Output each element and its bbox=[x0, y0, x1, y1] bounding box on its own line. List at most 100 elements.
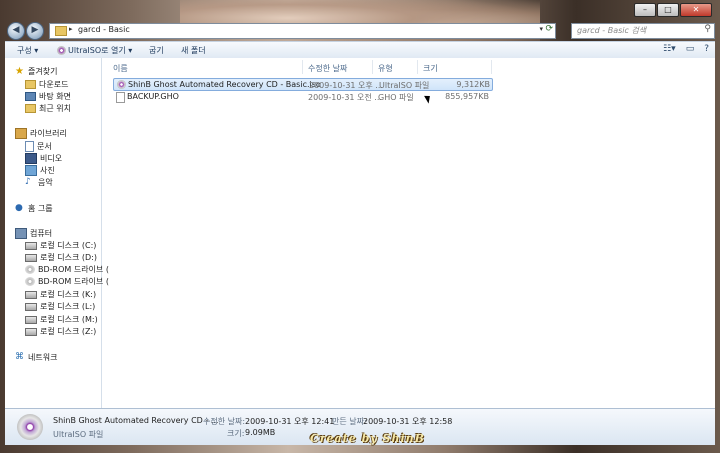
nav-drive[interactable]: BD-ROM 드라이브 ( bbox=[25, 264, 109, 275]
optical-drive-icon bbox=[25, 265, 35, 274]
iso-disc-icon bbox=[117, 80, 126, 89]
nav-label: 비디오 bbox=[40, 154, 63, 163]
address-row: ◀ ▶ ▸ garcd - Basic ▾ ⟳ garcd - Basic 검색… bbox=[5, 22, 715, 40]
pictures-icon bbox=[25, 165, 37, 176]
search-placeholder: garcd - Basic 검색 bbox=[577, 26, 647, 35]
star-icon: ★ bbox=[15, 66, 24, 77]
network-icon: ⌘ bbox=[15, 352, 24, 362]
hard-drive-icon bbox=[25, 315, 37, 324]
column-header-name[interactable]: 이름 bbox=[113, 63, 128, 74]
nav-label: BD-ROM 드라이브 ( bbox=[38, 277, 109, 286]
preview-pane-icon[interactable]: ▭ bbox=[686, 44, 695, 54]
burn-button[interactable]: 굽기 bbox=[149, 45, 164, 56]
close-button[interactable]: ✕ bbox=[680, 3, 712, 17]
nav-drive[interactable]: 로컬 디스크 (M:) bbox=[25, 314, 98, 325]
nav-label: 로컬 디스크 (K:) bbox=[40, 290, 97, 299]
file-date: 2009-10-31 오후 ... bbox=[309, 81, 383, 90]
details-file-type: UltraISO 파일 bbox=[53, 430, 104, 439]
nav-label: 음악 bbox=[38, 178, 53, 187]
nav-favorites[interactable]: ★ 즐겨찾기 bbox=[15, 66, 57, 77]
back-button[interactable]: ◀ bbox=[7, 22, 25, 40]
column-header-date[interactable]: 수정한 날짜 bbox=[308, 63, 347, 74]
nav-drive[interactable]: 로컬 디스크 (L:) bbox=[25, 301, 95, 312]
nav-drive[interactable]: 로컬 디스크 (Z:) bbox=[25, 326, 96, 337]
nav-label: 로컬 디스크 (Z:) bbox=[40, 327, 97, 336]
nav-label: 다운로드 bbox=[39, 80, 69, 89]
forward-button[interactable]: ▶ bbox=[26, 22, 44, 40]
watermark-text: Create by ShinB bbox=[310, 432, 425, 445]
details-created-value: 2009-10-31 오후 12:58 bbox=[363, 417, 453, 426]
hard-drive-icon bbox=[25, 302, 37, 311]
nav-recent[interactable]: 최근 위치 bbox=[25, 103, 71, 114]
nav-label: 문서 bbox=[37, 142, 52, 151]
hard-drive-icon bbox=[25, 290, 37, 299]
file-type: UltraISO 파일 bbox=[379, 81, 430, 90]
nav-label: 라이브러리 bbox=[30, 129, 67, 138]
nav-computer[interactable]: 컴퓨터 bbox=[15, 228, 52, 239]
maximize-button[interactable]: □ bbox=[657, 3, 679, 17]
navigation-pane: ★ 즐겨찾기 다운로드 바탕 화면 최근 위치 라이브러리 문서 비디오 사진 ♪… bbox=[5, 58, 109, 408]
file-list: 이름 수정한 날짜 유형 크기 ShinB Ghost Automated Re… bbox=[102, 58, 715, 408]
details-file-name: ShinB Ghost Automated Recovery CD - ... bbox=[53, 416, 219, 425]
nav-libraries[interactable]: 라이브러리 bbox=[15, 128, 67, 139]
details-created-label: 만든 날짜: bbox=[332, 417, 367, 426]
details-modified-label: 수정한 날짜: bbox=[203, 417, 246, 426]
column-header-type[interactable]: 유형 bbox=[378, 63, 393, 74]
search-icon[interactable]: ⚲ bbox=[704, 24, 711, 34]
recent-places-icon bbox=[25, 104, 36, 113]
file-name: ShinB Ghost Automated Recovery CD - Basi… bbox=[128, 80, 321, 89]
libraries-icon bbox=[15, 128, 27, 139]
chevron-down-icon[interactable]: ▾ bbox=[539, 25, 543, 33]
column-divider[interactable] bbox=[302, 60, 303, 74]
nav-label: 로컬 디스크 (D:) bbox=[40, 253, 97, 262]
hard-drive-icon bbox=[25, 241, 37, 250]
documents-icon bbox=[25, 141, 34, 152]
column-divider[interactable] bbox=[372, 60, 373, 74]
column-divider[interactable] bbox=[491, 60, 492, 74]
breadcrumb-arrow-icon[interactable]: ▸ bbox=[69, 25, 73, 33]
file-size: 9,312KB bbox=[456, 80, 490, 89]
nav-label: 로컬 디스크 (L:) bbox=[40, 302, 96, 311]
search-input[interactable]: garcd - Basic 검색 ⚲ bbox=[571, 23, 715, 39]
nav-music[interactable]: ♪ 음악 bbox=[25, 177, 53, 188]
nav-label: 로컬 디스크 (M:) bbox=[40, 315, 98, 324]
file-row-selected[interactable]: ShinB Ghost Automated Recovery CD - Basi… bbox=[113, 78, 493, 91]
nav-videos[interactable]: 비디오 bbox=[25, 153, 62, 164]
generic-file-icon bbox=[116, 92, 125, 103]
open-with-button[interactable]: UltraISO로 열기 ▾ bbox=[57, 45, 132, 56]
help-icon[interactable]: ? bbox=[704, 44, 709, 54]
nav-downloads[interactable]: 다운로드 bbox=[25, 79, 68, 90]
nav-drive[interactable]: 로컬 디스크 (K:) bbox=[25, 289, 96, 300]
nav-label: 홈 그룹 bbox=[28, 204, 53, 213]
nav-drive[interactable]: 로컬 디스크 (D:) bbox=[25, 252, 97, 263]
folder-icon bbox=[55, 26, 67, 36]
column-header-size[interactable]: 크기 bbox=[423, 63, 438, 74]
refresh-icon[interactable]: ⟳ bbox=[545, 24, 553, 34]
column-divider[interactable] bbox=[417, 60, 418, 74]
homegroup-icon: ● bbox=[15, 203, 23, 213]
nav-desktop[interactable]: 바탕 화면 bbox=[25, 91, 71, 102]
nav-drive[interactable]: BD-ROM 드라이브 ( bbox=[25, 276, 109, 287]
computer-icon bbox=[15, 228, 27, 239]
minimize-button[interactable]: – bbox=[634, 3, 656, 17]
file-type: GHO 파일 bbox=[378, 93, 414, 102]
nav-pictures[interactable]: 사진 bbox=[25, 165, 55, 176]
details-size-label: 크기: bbox=[227, 429, 245, 438]
window-controls: – □ ✕ bbox=[634, 3, 712, 17]
nav-drive[interactable]: 로컬 디스크 (C:) bbox=[25, 240, 96, 251]
details-modified-value: 2009-10-31 오후 12:41 bbox=[245, 417, 335, 426]
nav-homegroup[interactable]: ● 홈 그룹 bbox=[15, 203, 53, 214]
new-folder-button[interactable]: 새 폴더 bbox=[181, 45, 206, 56]
breadcrumb-path[interactable]: garcd - Basic bbox=[78, 25, 130, 34]
address-bar[interactable]: ▸ garcd - Basic ▾ ⟳ bbox=[49, 23, 556, 39]
iso-disc-large-icon bbox=[17, 414, 43, 440]
file-row[interactable]: BACKUP.GHO 2009-10-31 오전 ... GHO 파일 855,… bbox=[113, 91, 491, 103]
nav-network[interactable]: ⌘ 네트워크 bbox=[15, 352, 57, 363]
nav-label: 즐겨찾기 bbox=[28, 67, 58, 76]
downloads-folder-icon bbox=[25, 80, 36, 89]
file-name: BACKUP.GHO bbox=[127, 92, 179, 101]
view-options-icon[interactable]: ☷▾ bbox=[663, 44, 676, 54]
organize-button[interactable]: 구성 ▾ bbox=[17, 45, 38, 56]
music-icon: ♪ bbox=[25, 177, 31, 187]
nav-documents[interactable]: 문서 bbox=[25, 141, 52, 152]
